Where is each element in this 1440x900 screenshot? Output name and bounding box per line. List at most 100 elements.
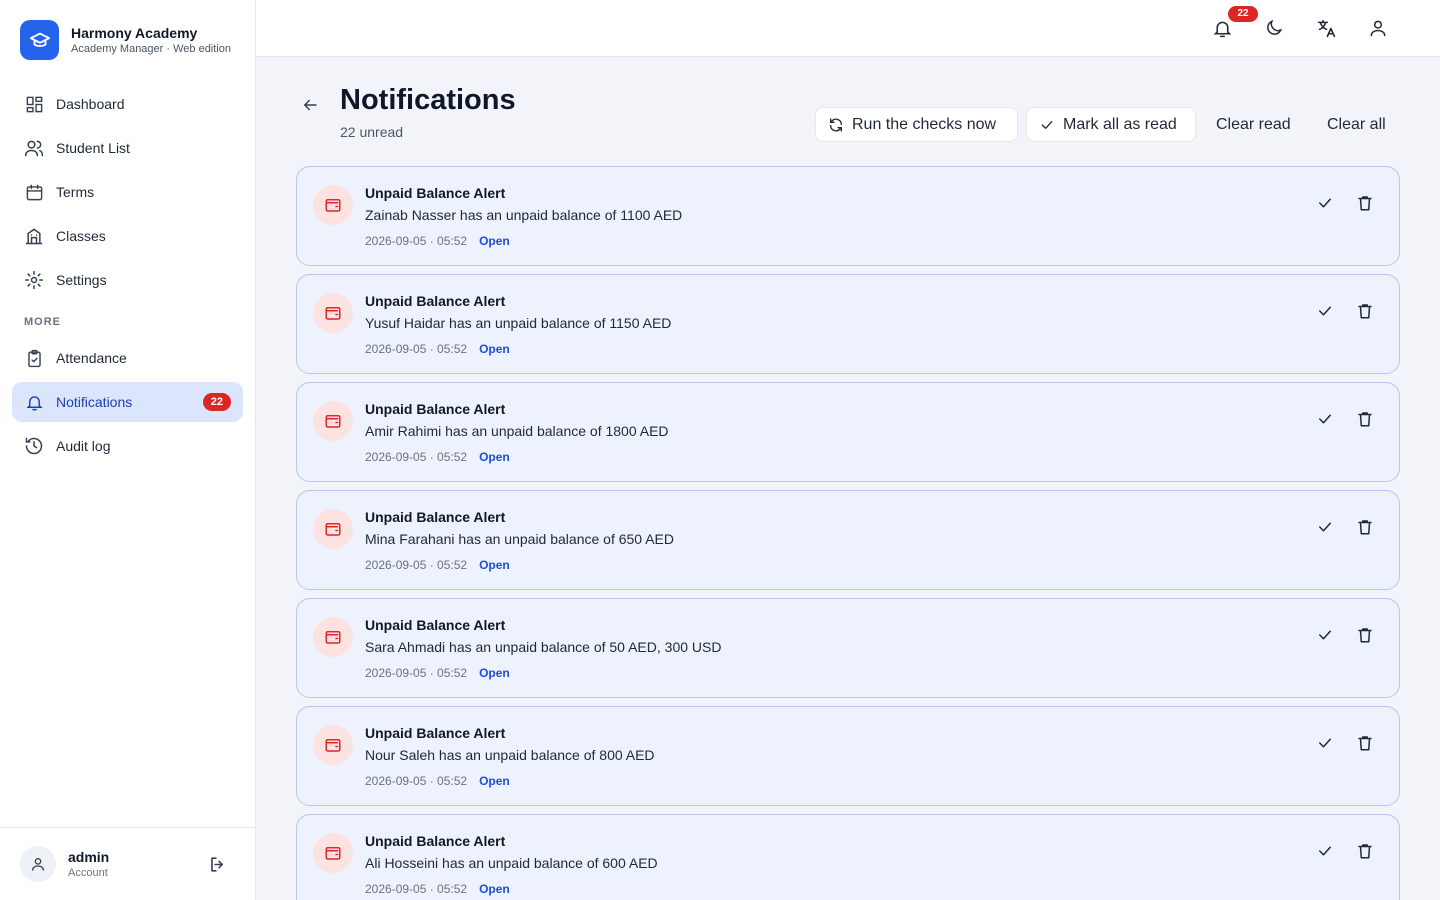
- mark-read-icon[interactable]: [1313, 839, 1337, 863]
- sidebar-item-label: Settings: [56, 272, 107, 288]
- notification-list: Unpaid Balance Alert Zainab Nasser has a…: [296, 166, 1400, 900]
- sidebar-item-label: Student List: [56, 140, 130, 156]
- notification-time: 2026-09-05 · 05:52: [365, 666, 468, 680]
- notification-card[interactable]: Unpaid Balance Alert Mina Farahani has a…: [296, 490, 1400, 590]
- clear-read-button[interactable]: Clear read: [1216, 107, 1291, 142]
- open-link[interactable]: Open: [479, 773, 510, 789]
- users-icon: [24, 138, 44, 158]
- notification-message: Sara Ahmadi has an unpaid balance of 50 …: [365, 639, 722, 655]
- clear-all-label: Clear all: [1327, 115, 1386, 133]
- mark-read-icon[interactable]: [1313, 191, 1337, 215]
- clear-all-button[interactable]: Clear all: [1327, 107, 1386, 142]
- sidebar-item-terms[interactable]: Terms: [12, 172, 243, 212]
- check-icon: [1039, 117, 1055, 133]
- top-bar: 22: [256, 0, 1440, 57]
- sidebar-item-label: Dashboard: [56, 96, 125, 112]
- sidebar-item-dashboard[interactable]: Dashboard: [12, 84, 243, 124]
- sidebar-item-classes[interactable]: Classes: [12, 216, 243, 256]
- page-title: Notifications: [340, 84, 516, 116]
- sidebar-item-settings[interactable]: Settings: [12, 260, 243, 300]
- bell-icon: [24, 392, 44, 412]
- account-role: Account: [68, 867, 108, 879]
- open-link[interactable]: Open: [479, 449, 510, 465]
- mark-read-icon[interactable]: [1313, 407, 1337, 431]
- notification-card[interactable]: Unpaid Balance Alert Amir Rahimi has an …: [296, 382, 1400, 482]
- notifications-count-badge: 22: [202, 393, 231, 411]
- wallet-icon: [313, 725, 353, 765]
- sidebar-item-label: Notifications: [56, 394, 133, 410]
- mark-all-read-button[interactable]: Mark all as read: [1026, 107, 1196, 142]
- trash-icon[interactable]: [1353, 839, 1377, 863]
- notification-time: 2026-09-05 · 05:52: [365, 882, 468, 896]
- account-panel: admin Account: [0, 827, 255, 900]
- notification-message: Ali Hosseini has an unpaid balance of 60…: [365, 855, 658, 871]
- trash-icon[interactable]: [1353, 731, 1377, 755]
- open-link[interactable]: Open: [479, 233, 510, 249]
- notification-card[interactable]: Unpaid Balance Alert Sara Ahmadi has an …: [296, 598, 1400, 698]
- wallet-icon: [313, 293, 353, 333]
- notification-card[interactable]: Unpaid Balance Alert Yusuf Haidar has an…: [296, 274, 1400, 374]
- sidebar-item-label: Terms: [56, 184, 95, 200]
- wallet-icon: [313, 617, 353, 657]
- sidebar-item-label: Audit log: [56, 438, 111, 454]
- back-arrow-icon[interactable]: [298, 93, 322, 117]
- notification-message: Amir Rahimi has an unpaid balance of 180…: [365, 423, 669, 439]
- notification-title: Unpaid Balance Alert: [365, 293, 506, 309]
- notification-message: Zainab Nasser has an unpaid balance of 1…: [365, 207, 683, 223]
- sidebar: Harmony Academy Academy Manager · Web ed…: [0, 0, 256, 900]
- open-link[interactable]: Open: [479, 557, 510, 573]
- refresh-icon: [828, 117, 844, 133]
- sidebar-item-audit-log[interactable]: Audit log: [12, 426, 243, 466]
- trash-icon[interactable]: [1353, 191, 1377, 215]
- open-link[interactable]: Open: [479, 881, 510, 897]
- notification-title: Unpaid Balance Alert: [365, 509, 506, 525]
- sidebar-item-attendance[interactable]: Attendance: [12, 338, 243, 378]
- trash-icon[interactable]: [1353, 407, 1377, 431]
- run-checks-label: Run the checks now: [852, 115, 997, 133]
- trash-icon[interactable]: [1353, 515, 1377, 539]
- notification-card[interactable]: Unpaid Balance Alert Nour Saleh has an u…: [296, 706, 1400, 806]
- topbar-notification-badge: 22: [1226, 4, 1260, 24]
- user-icon[interactable]: [1366, 16, 1390, 40]
- account-name: admin: [68, 849, 110, 865]
- brand[interactable]: Harmony Academy Academy Manager · Web ed…: [20, 20, 236, 60]
- clipboard-icon: [24, 348, 44, 368]
- graduation-cap-icon: [20, 20, 59, 60]
- mark-read-icon[interactable]: [1313, 515, 1337, 539]
- notification-card[interactable]: Unpaid Balance Alert Ali Hosseini has an…: [296, 814, 1400, 900]
- open-link[interactable]: Open: [479, 665, 510, 681]
- wallet-icon: [313, 185, 353, 225]
- sidebar-item-notifications[interactable]: Notifications 22: [12, 382, 243, 422]
- notification-title: Unpaid Balance Alert: [365, 185, 506, 201]
- avatar[interactable]: [20, 846, 56, 882]
- run-checks-button[interactable]: Run the checks now: [815, 107, 1018, 142]
- translate-icon[interactable]: [1314, 16, 1338, 40]
- trash-icon[interactable]: [1353, 299, 1377, 323]
- gear-icon: [24, 270, 44, 290]
- logout-icon[interactable]: [207, 854, 227, 874]
- dashboard-icon: [24, 94, 44, 114]
- unread-count: 22 unread: [340, 124, 404, 140]
- section-label-more: MORE: [24, 316, 61, 328]
- notification-message: Mina Farahani has an unpaid balance of 6…: [365, 531, 674, 547]
- sidebar-item-label: Attendance: [56, 350, 127, 366]
- open-link[interactable]: Open: [479, 341, 510, 357]
- sidebar-item-student-list[interactable]: Student List: [12, 128, 243, 168]
- notification-title: Unpaid Balance Alert: [365, 401, 506, 417]
- clear-read-label: Clear read: [1216, 115, 1291, 133]
- notification-time: 2026-09-05 · 05:52: [365, 558, 468, 572]
- brand-name: Harmony Academy: [71, 25, 198, 41]
- moon-icon[interactable]: [1262, 16, 1286, 40]
- notification-card[interactable]: Unpaid Balance Alert Zainab Nasser has a…: [296, 166, 1400, 266]
- building-icon: [24, 226, 44, 246]
- notification-time: 2026-09-05 · 05:52: [365, 234, 468, 248]
- notification-title: Unpaid Balance Alert: [365, 617, 506, 633]
- wallet-icon: [313, 509, 353, 549]
- notification-title: Unpaid Balance Alert: [365, 725, 506, 741]
- notification-time: 2026-09-05 · 05:52: [365, 774, 468, 788]
- mark-read-icon[interactable]: [1313, 299, 1337, 323]
- calendar-icon: [24, 182, 44, 202]
- mark-read-icon[interactable]: [1313, 731, 1337, 755]
- trash-icon[interactable]: [1353, 623, 1377, 647]
- mark-read-icon[interactable]: [1313, 623, 1337, 647]
